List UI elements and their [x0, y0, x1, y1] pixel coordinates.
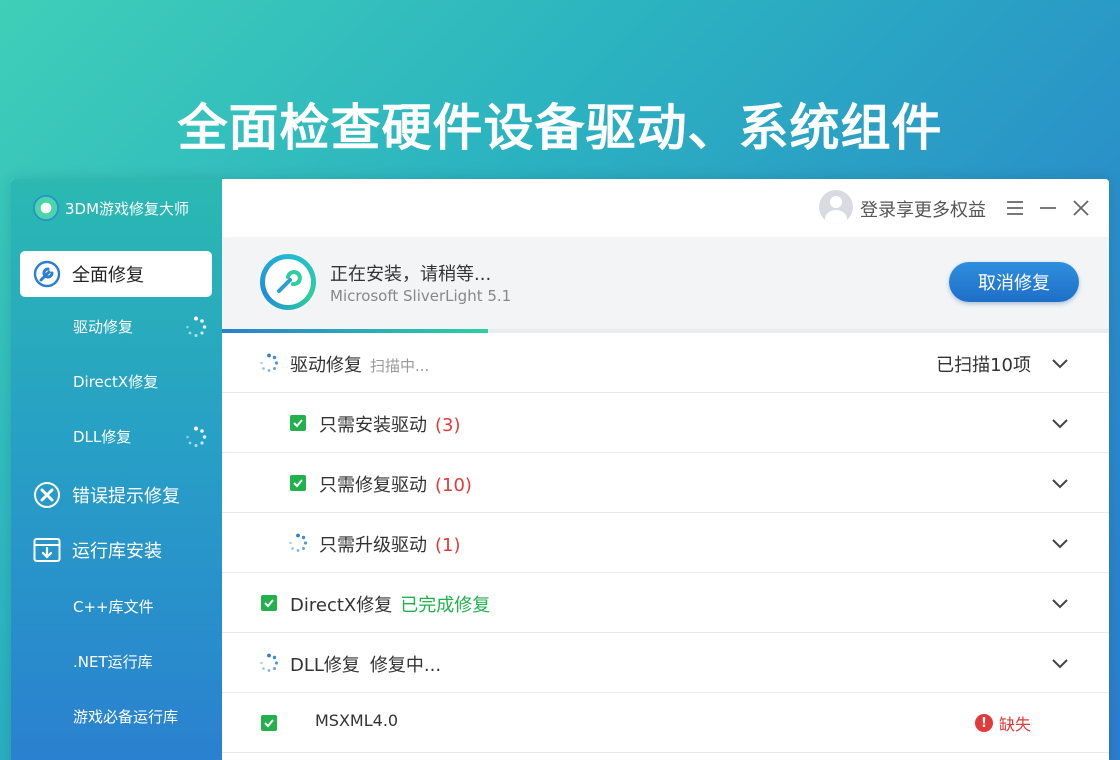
sidebar-item-label: 游戏必备运行库 — [73, 707, 179, 726]
missing-status: ! 缺失 — [975, 711, 1031, 735]
row-status: 已完成修复 — [400, 595, 491, 616]
app-logo-icon — [33, 195, 59, 221]
loading-spinner-icon — [260, 353, 279, 372]
list-item-driver-repair[interactable]: 驱动修复 扫描中... 已扫描10项 — [222, 333, 1109, 393]
sidebar-item-driver-repair[interactable]: 驱动修复 — [73, 311, 213, 341]
loading-spinner-icon — [186, 316, 207, 337]
row-label: DirectX修复 — [290, 595, 393, 616]
install-status-panel: 正在安装，请稍等... Microsoft SliverLight 5.1 取消… — [222, 237, 1109, 329]
chevron-down-icon[interactable] — [1051, 594, 1069, 612]
sidebar-item-label: 全面修复 — [72, 265, 144, 286]
checkbox-checked[interactable] — [261, 715, 277, 731]
minimize-icon[interactable] — [1037, 197, 1059, 219]
sidebar-item-label: 驱动修复 — [73, 317, 134, 336]
list-item-msxml[interactable]: MSXML4.0 ! 缺失 — [222, 693, 1109, 753]
list-item-dll-repair[interactable]: DLL修复 修复中... — [222, 633, 1109, 693]
chevron-down-icon[interactable] — [1051, 354, 1069, 372]
sidebar-item-full-repair[interactable]: 全面修复 — [20, 251, 212, 297]
error-x-icon — [32, 480, 62, 510]
loading-spinner-icon — [260, 653, 279, 672]
sidebar-item-dll-repair[interactable]: DLL修复 — [73, 421, 213, 451]
checkbox-checked[interactable] — [261, 595, 277, 611]
loading-spinner-icon — [186, 426, 207, 447]
row-status: 修复中... — [369, 655, 442, 676]
sidebar-item-label: DirectX修复 — [73, 372, 159, 391]
checkbox-checked[interactable] — [290, 475, 306, 491]
chevron-down-icon[interactable] — [1051, 474, 1069, 492]
sidebar-item-dotnet[interactable]: .NET运行库 — [73, 646, 213, 676]
chevron-down-icon[interactable] — [1051, 414, 1069, 432]
brand: 3DM游戏修复大师 — [33, 195, 189, 221]
sidebar-item-runtime-install[interactable]: 运行库安装 — [20, 527, 212, 573]
row-count: (3) — [435, 415, 461, 436]
row-count: (10) — [435, 475, 472, 496]
download-box-icon — [32, 535, 62, 565]
sidebar-item-label: C++库文件 — [73, 597, 154, 616]
repair-tool-icon — [260, 254, 316, 310]
chevron-down-icon[interactable] — [1051, 654, 1069, 672]
row-label: 只需修复驱动 — [319, 475, 427, 496]
loading-spinner-icon — [289, 533, 308, 552]
list-item-repair-driver[interactable]: 只需修复驱动 (10) — [222, 453, 1109, 513]
list-item-directx-repair[interactable]: DirectX修复 已完成修复 — [222, 573, 1109, 633]
wrench-icon — [32, 259, 62, 289]
sidebar-item-game-runtimes[interactable]: 游戏必备运行库 — [73, 701, 213, 731]
missing-label: 缺失 — [999, 715, 1032, 734]
sidebar-item-label: 错误提示修复 — [72, 486, 180, 507]
chevron-down-icon[interactable] — [1051, 534, 1069, 552]
sidebar-item-cpp-libs[interactable]: C++库文件 — [73, 591, 213, 621]
sidebar-item-directx-repair[interactable]: DirectX修复 — [73, 366, 213, 396]
checkbox-checked[interactable] — [290, 415, 306, 431]
close-icon[interactable] — [1070, 197, 1092, 219]
banner-title: 全面检查硬件设备驱动、系统组件 — [177, 99, 943, 157]
login-link[interactable]: 登录享更多权益 — [860, 196, 986, 222]
list-item-upgrade-driver[interactable]: 只需升级驱动 (1) — [222, 513, 1109, 573]
sidebar-item-error-repair[interactable]: 错误提示修复 — [20, 472, 212, 518]
list-item-install-driver[interactable]: 只需安装驱动 (3) — [222, 393, 1109, 453]
sidebar-item-label: .NET运行库 — [73, 652, 153, 671]
app-window: 3DM游戏修复大师 全面修复 驱动修复 DirectX修复 DLL修复 错误提示… — [11, 179, 1109, 760]
sidebar: 3DM游戏修复大师 全面修复 驱动修复 DirectX修复 DLL修复 错误提示… — [11, 179, 222, 760]
menu-icon[interactable] — [1004, 197, 1026, 219]
warning-icon: ! — [975, 714, 993, 732]
sidebar-item-label: DLL修复 — [73, 427, 132, 446]
row-label: 驱动修复 — [290, 355, 362, 376]
row-count: (1) — [435, 535, 461, 556]
install-title: 正在安装，请稍等... — [330, 264, 492, 285]
title-bar: 登录享更多权益 — [222, 179, 1109, 237]
scanned-count: 已扫描10项 — [936, 355, 1031, 376]
row-label: 只需升级驱动 — [319, 535, 427, 556]
row-label: DLL修复 — [290, 655, 360, 676]
install-package-name: Microsoft SliverLight 5.1 — [330, 287, 512, 305]
row-label: MSXML4.0 — [315, 711, 399, 730]
avatar[interactable] — [819, 190, 853, 224]
cancel-repair-button[interactable]: 取消修复 — [949, 262, 1079, 302]
row-status: 扫描中... — [370, 357, 430, 375]
row-label: 只需安装驱动 — [319, 415, 427, 436]
app-name: 3DM游戏修复大师 — [65, 199, 190, 218]
sidebar-item-label: 运行库安装 — [72, 541, 162, 562]
